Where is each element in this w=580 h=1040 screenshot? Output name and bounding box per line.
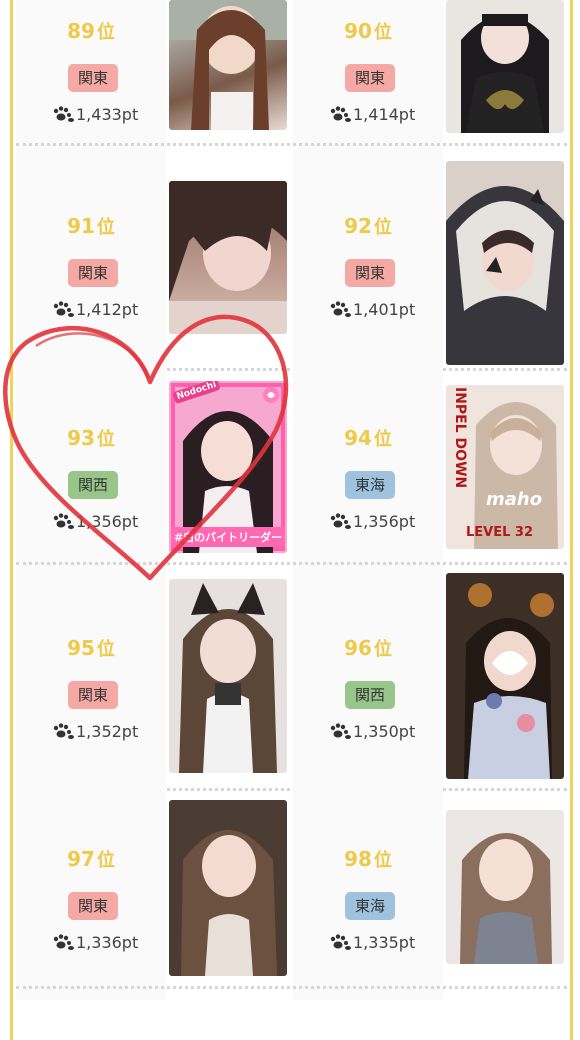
rank-label: 89 位 bbox=[67, 19, 115, 43]
region-badge: 東海 bbox=[345, 471, 395, 499]
photo-level: LEVEL 32 bbox=[466, 525, 534, 540]
photo-title: INPEL DOWN bbox=[452, 387, 468, 489]
profile-photo[interactable] bbox=[446, 573, 564, 779]
ranking-row: 93 位 関西 1,356pt Nodochi #白のバイトリーダー 94 位 東海… bbox=[13, 367, 570, 579]
ranking-info: 94 位 東海 1,356pt bbox=[293, 367, 443, 579]
ranking-info: 89 位 関東 1,433pt bbox=[16, 0, 166, 172]
ranking-card-91[interactable]: 91 位 関東 1,412pt bbox=[16, 155, 292, 367]
row-divider bbox=[16, 562, 567, 565]
ranking-info: 92 位 関東 1,401pt bbox=[293, 155, 443, 367]
region-badge: 関東 bbox=[68, 259, 118, 287]
paw-icon bbox=[330, 301, 351, 317]
region-badge: 関東 bbox=[345, 64, 395, 92]
points-display: 1,350pt bbox=[329, 722, 415, 741]
ranking-card-92[interactable]: 92 位 関東 1,401pt bbox=[293, 155, 569, 367]
row-divider bbox=[16, 143, 567, 146]
region-badge: 関西 bbox=[68, 471, 118, 499]
rank-label: 98 位 bbox=[344, 847, 392, 871]
ranking-card-93[interactable]: 93 位 関西 1,356pt Nodochi #白のバイトリーダー bbox=[16, 367, 292, 579]
rank-label: 92 位 bbox=[344, 214, 392, 238]
ranking-row: 91 位 関東 1,412pt 92 位 関東 1,401pt bbox=[13, 155, 570, 367]
ranking-info: 90 位 関東 1,414pt bbox=[293, 0, 443, 172]
points-display: 1,414pt bbox=[329, 105, 415, 124]
ranking-card-89[interactable]: 89 位 関東 1,433pt bbox=[16, 0, 292, 172]
ranking-info: 91 位 関東 1,412pt bbox=[16, 155, 166, 367]
ranking-card-96[interactable]: 96 位 関西 1,350pt bbox=[293, 573, 569, 789]
paw-icon bbox=[53, 301, 74, 317]
row-divider bbox=[16, 986, 567, 989]
region-badge: 関東 bbox=[68, 892, 118, 920]
rank-label: 94 位 bbox=[344, 426, 392, 450]
rank-label: 95 位 bbox=[67, 636, 115, 660]
profile-photo[interactable] bbox=[169, 181, 287, 334]
ranking-info: 98 位 東海 1,335pt bbox=[293, 788, 443, 1000]
profile-photo[interactable] bbox=[169, 579, 287, 773]
rank-label: 93 位 bbox=[67, 426, 115, 450]
profile-photo[interactable] bbox=[169, 800, 287, 976]
paw-icon bbox=[53, 513, 74, 529]
rank-label: 97 位 bbox=[67, 847, 115, 871]
profile-photo[interactable] bbox=[446, 0, 564, 133]
points-display: 1,356pt bbox=[329, 512, 415, 531]
region-badge: 関西 bbox=[345, 681, 395, 709]
ranking-info: 96 位 関西 1,350pt bbox=[293, 577, 443, 789]
ranking-card-98[interactable]: 98 位 東海 1,335pt bbox=[293, 788, 569, 1000]
rank-label: 96 位 bbox=[344, 636, 392, 660]
profile-photo[interactable] bbox=[446, 810, 564, 964]
points-display: 1,336pt bbox=[52, 933, 138, 952]
photo-name: maho bbox=[486, 489, 543, 510]
region-badge: 東海 bbox=[345, 892, 395, 920]
profile-photo[interactable] bbox=[446, 161, 564, 365]
paw-icon bbox=[330, 106, 351, 122]
region-badge: 関東 bbox=[345, 259, 395, 287]
paw-icon bbox=[330, 513, 351, 529]
rank-label: 90 位 bbox=[344, 19, 392, 43]
ranking-row: 95 位 関東 1,352pt 96 位 関西 1,350pt bbox=[13, 573, 570, 789]
profile-photo[interactable] bbox=[169, 0, 287, 130]
rank-label: 91 位 bbox=[67, 214, 115, 238]
points-display: 1,356pt bbox=[52, 512, 138, 531]
points-display: 1,335pt bbox=[329, 933, 415, 952]
ranking-card-97[interactable]: 97 位 関東 1,336pt bbox=[16, 788, 292, 1000]
paw-icon bbox=[330, 934, 351, 950]
ranking-row: 97 位 関東 1,336pt 98 位 東海 1,335pt bbox=[13, 788, 570, 1000]
ranking-card-95[interactable]: 95 位 関東 1,352pt bbox=[16, 577, 292, 789]
profile-photo[interactable]: INPEL DOWN maho LEVEL 32 bbox=[446, 385, 564, 549]
ranking-info: 95 位 関東 1,352pt bbox=[16, 577, 166, 789]
photo-caption: #白のバイトリーダー bbox=[171, 527, 285, 547]
ranking-info: 93 位 関西 1,356pt bbox=[16, 367, 166, 579]
ranking-card-90[interactable]: 90 位 関東 1,414pt bbox=[293, 0, 569, 172]
ranking-row: 89 位 関東 1,433pt 90 位 関東 1,414pt bbox=[13, 0, 570, 172]
paw-icon bbox=[53, 723, 74, 739]
ranking-card-94[interactable]: 94 位 東海 1,356pt INPEL DOWN maho LEVEL 32 bbox=[293, 367, 569, 579]
points-display: 1,412pt bbox=[52, 300, 138, 319]
points-display: 1,352pt bbox=[52, 722, 138, 741]
ranking-frame: 89 位 関東 1,433pt 90 位 関東 1,414pt 91 位 関東 … bbox=[10, 0, 573, 1040]
region-badge: 関東 bbox=[68, 64, 118, 92]
region-badge: 関東 bbox=[68, 681, 118, 709]
paw-icon bbox=[330, 723, 351, 739]
paw-icon bbox=[53, 106, 74, 122]
points-display: 1,433pt bbox=[52, 105, 138, 124]
ranking-info: 97 位 関東 1,336pt bbox=[16, 788, 166, 1000]
paw-icon bbox=[53, 934, 74, 950]
profile-photo[interactable]: Nodochi #白のバイトリーダー bbox=[169, 381, 287, 553]
points-display: 1,401pt bbox=[329, 300, 415, 319]
